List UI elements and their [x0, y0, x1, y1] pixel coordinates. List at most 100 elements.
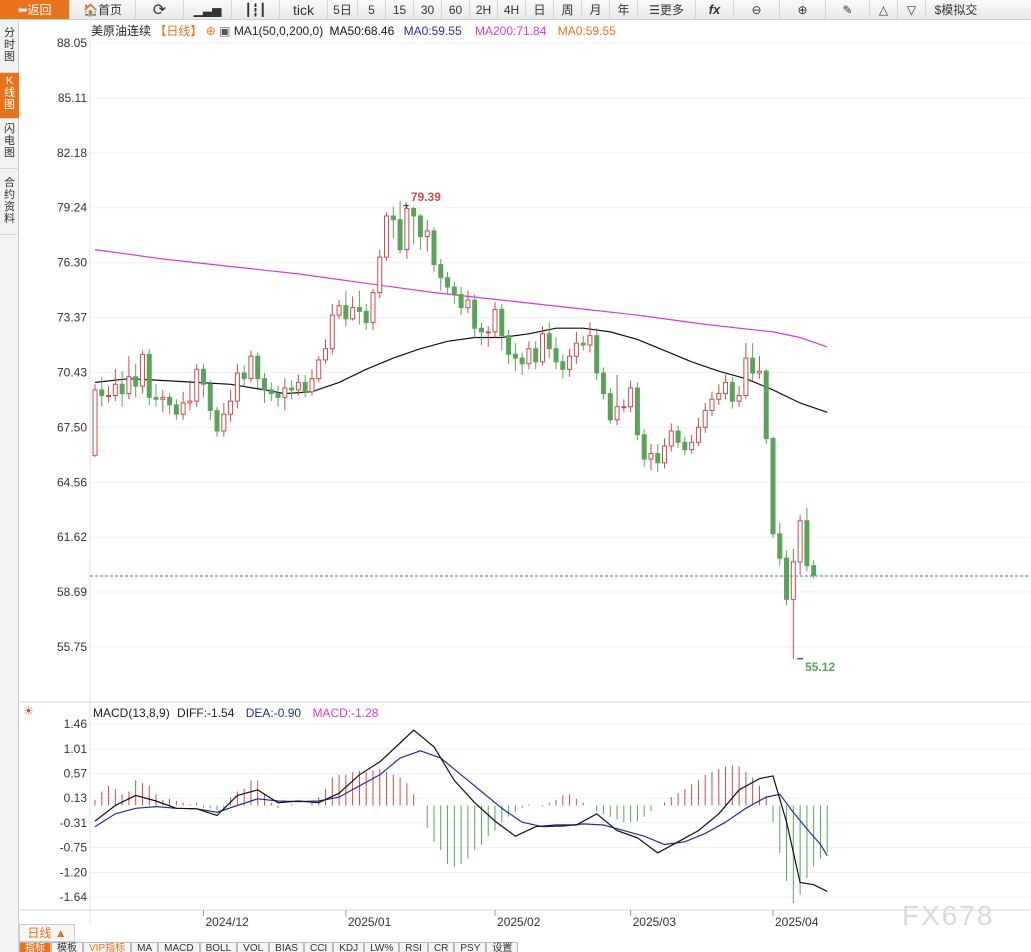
draw-button[interactable]: ✎ [826, 0, 870, 19]
period-4h[interactable]: 4H [498, 0, 526, 19]
candle [729, 376, 735, 409]
candle-body [573, 342, 579, 357]
indicator-button[interactable]: ▁▃▅ [184, 0, 232, 19]
period-60min[interactable]: 60 [442, 0, 470, 19]
candle [119, 371, 125, 407]
candle-body [302, 381, 308, 393]
candle-body [499, 308, 505, 337]
simulate-trade-button[interactable]: $ 模拟交 [926, 0, 986, 19]
formula-button[interactable]: fx [696, 0, 734, 19]
zoom-in-button[interactable]: ⊕ [780, 0, 826, 19]
tab-kdj[interactable]: KDJ [333, 942, 365, 952]
period-15min[interactable]: 15 [386, 0, 414, 19]
tab-ma[interactable]: MA [131, 942, 159, 952]
period-5min[interactable]: 5 [358, 0, 386, 19]
period-5day[interactable]: 5日 [328, 0, 358, 19]
tab-indicator[interactable]: 指标 [19, 942, 51, 952]
tab-cci[interactable]: CCI [303, 942, 334, 952]
refresh-button[interactable]: ⟳ [136, 0, 184, 19]
price-chart[interactable]: 88.05 85.11 82.18 79.24 76.30 73.37 70.43 67.50… [19, 21, 1031, 941]
candle [180, 391, 186, 420]
tab-template[interactable]: 模板 [51, 942, 83, 952]
tab-boll[interactable]: BOLL [199, 942, 238, 952]
candle [228, 389, 234, 422]
home-button[interactable]: 🏠 首页 [70, 0, 136, 19]
settings-icon[interactable]: ⊕ [206, 24, 216, 38]
tab-rsi[interactable]: RSI [399, 942, 428, 952]
candle [587, 322, 593, 353]
tab-timeshare[interactable]: 分时图 [0, 25, 19, 73]
candle [445, 272, 451, 295]
scroll-down-button[interactable]: ▽ [898, 0, 926, 19]
tab-flash[interactable]: 闪电图 [0, 121, 19, 169]
tab-vol[interactable]: VOL [237, 942, 270, 952]
price-tick-label: 79.24 [57, 201, 87, 215]
candle [126, 356, 132, 400]
tab-kline[interactable]: K线图 [0, 73, 19, 119]
candle [329, 303, 335, 355]
tick-button[interactable]: tick [280, 0, 328, 19]
candle-body [370, 292, 376, 324]
price-tick-label: 88.05 [57, 36, 87, 50]
candle-body [628, 387, 634, 408]
candle [675, 425, 681, 448]
candle [763, 369, 769, 445]
candle [133, 363, 139, 398]
tab-cr[interactable]: CR [427, 942, 455, 952]
macd-settings-icon[interactable]: ☀ [23, 704, 34, 718]
period-month[interactable]: 月 [582, 0, 610, 19]
period-day[interactable]: 日 [526, 0, 554, 19]
period-30min[interactable]: 30 [414, 0, 442, 19]
candle [702, 402, 708, 433]
candle-body [723, 381, 729, 395]
candles-layer [92, 201, 817, 659]
time-tick-label: 2025/04 [775, 915, 819, 929]
price-tick-label: 61.62 [57, 530, 87, 544]
candle-body [180, 402, 186, 415]
ma0-value-b: MA0:59.55 [558, 24, 616, 38]
pencil-icon: ✎ [842, 2, 853, 17]
period-2h[interactable]: 2H [470, 0, 498, 19]
back-button[interactable]: ⬅ 返回 [0, 0, 70, 19]
candle [560, 354, 566, 379]
zoom-out-button[interactable]: ⊖ [734, 0, 780, 19]
candle-body [112, 383, 118, 396]
period-year[interactable]: 年 [610, 0, 638, 19]
zoom-in-icon: ⊕ [797, 2, 808, 17]
macd-dea: DEA:-0.90 [246, 706, 302, 720]
candle-body [682, 441, 688, 451]
candle [804, 507, 810, 572]
candlestick-button[interactable]: ┃┇┃ [232, 0, 280, 19]
tab-psy[interactable]: PSY [454, 942, 487, 952]
tab-lw[interactable]: LW% [364, 942, 400, 952]
candle [797, 515, 803, 576]
candle-body [200, 368, 206, 385]
macd-header: MACD(13,8,9) DIFF:-1.54 DEA:-0.90 MACD:-… [93, 706, 379, 720]
top-toolbar: ⬅ 返回 🏠 首页 ⟳ ▁▃▅ ┃┇┃ tick 5日 5 15 30 60 2H … [0, 0, 1031, 20]
candle [736, 386, 742, 407]
tab-contract-info[interactable]: 合约资料 [0, 175, 19, 235]
high-annotation: 79.39 [411, 190, 441, 204]
tab-bias[interactable]: BIAS [269, 942, 304, 952]
scroll-up-button[interactable]: △ [870, 0, 898, 19]
candle [634, 382, 640, 441]
candle-body [601, 372, 606, 395]
tab-macd[interactable]: MACD [158, 942, 200, 952]
period-switch-tab[interactable]: 日线 ▲ [19, 924, 75, 942]
candle [662, 438, 668, 469]
candle [302, 374, 308, 398]
candle-body [594, 335, 600, 374]
candle [397, 201, 403, 254]
candle-body [695, 426, 701, 443]
candle-body [282, 387, 288, 398]
more-button[interactable]: ☰ 更多 [638, 0, 696, 19]
tab-vip[interactable]: VIP指标 [83, 942, 132, 952]
tab-settings[interactable]: 设置 [486, 942, 519, 952]
macd-tick-label: -1.64 [60, 890, 88, 904]
chart-type-icon[interactable]: ▣ [219, 24, 230, 38]
candle-body [160, 396, 166, 400]
period-week[interactable]: 周 [554, 0, 582, 19]
candle [478, 322, 484, 345]
candle-body [228, 400, 234, 415]
time-tick-label: 2025/02 [497, 915, 541, 929]
